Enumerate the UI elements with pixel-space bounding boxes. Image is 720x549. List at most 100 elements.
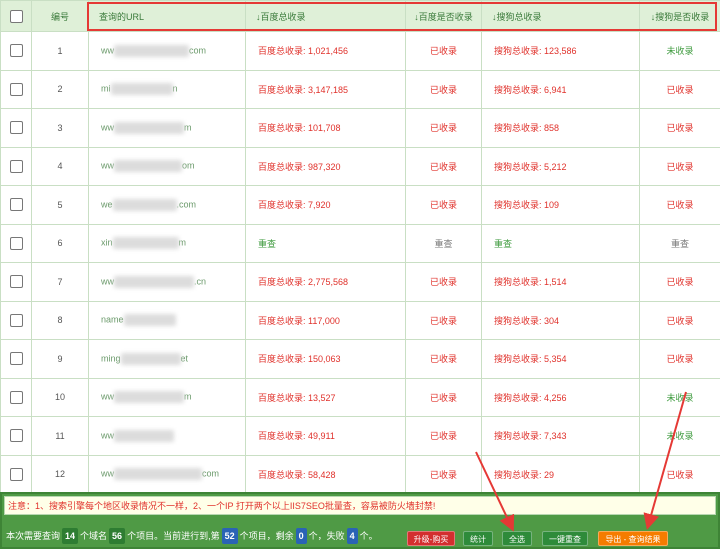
url-suffix: com [202, 468, 220, 479]
baidu-total: 百度总收录: 1,021,456 [245, 31, 406, 71]
sogou-status[interactable]: 重查 [639, 223, 720, 263]
row-checkbox[interactable] [9, 313, 23, 327]
table-row[interactable]: 5 we .com 百度总收录: 7,920 已收录 搜狗总收录: 109 已收录 [0, 185, 720, 225]
col-header-url[interactable]: 查询的URL [88, 0, 246, 32]
table-row[interactable]: 9 ming et 百度总收录: 150,063 已收录 搜狗总收录: 5,354 已收录 [0, 339, 720, 379]
row-checkbox[interactable] [9, 236, 23, 250]
row-checkbox-cell[interactable] [0, 300, 32, 340]
sogou-total: 搜狗总收录: 123,586 [481, 31, 640, 71]
sogou-status: 已收录 [639, 69, 720, 109]
table-row[interactable]: 6 xin m 重查 重查 重查 重查 [0, 223, 720, 263]
row-number: 4 [31, 146, 89, 186]
baidu-total: 百度总收录: 150,063 [245, 339, 406, 379]
baidu-status[interactable]: 重查 [405, 223, 482, 263]
row-checkbox-cell[interactable] [0, 31, 32, 71]
sogou-total: 搜狗总收录: 5,212 [481, 146, 640, 186]
select-all-checkbox[interactable] [9, 9, 23, 23]
item-count: 56 [109, 528, 126, 544]
select-all-button[interactable]: 全选 [502, 531, 532, 546]
redacted-url-blur [112, 237, 179, 250]
sogou-status: 未收录 [639, 416, 720, 456]
row-checkbox[interactable] [9, 159, 23, 173]
url-prefix: ww [101, 45, 114, 56]
baidu-total: 百度总收录: 7,920 [245, 185, 406, 225]
row-checkbox-cell[interactable] [0, 416, 32, 456]
row-checkbox-cell[interactable] [0, 108, 32, 148]
row-checkbox-cell[interactable] [0, 262, 32, 302]
sogou-total: 搜狗总收录: 1,514 [481, 262, 640, 302]
table-row[interactable]: 8 name 百度总收录: 117,000 已收录 搜狗总收录: 304 已收录 [0, 300, 720, 340]
row-checkbox[interactable] [9, 390, 23, 404]
table-row[interactable]: 11 ww 百度总收录: 49,911 已收录 搜狗总收录: 7,343 未收录 [0, 416, 720, 456]
sogou-total: 搜狗总收录: 4,256 [481, 377, 640, 417]
table-row[interactable]: 4 ww om 百度总收录: 987,320 已收录 搜狗总收录: 5,212 已收录 [0, 146, 720, 186]
row-url: mi n [88, 69, 246, 109]
table-row[interactable]: 12 ww com 百度总收录: 58,428 已收录 搜狗总收录: 29 已收录 [0, 454, 720, 492]
row-checkbox-cell[interactable] [0, 185, 32, 225]
row-url: name [88, 300, 246, 340]
row-checkbox[interactable] [9, 429, 23, 443]
row-checkbox-cell[interactable] [0, 339, 32, 379]
row-checkbox[interactable] [9, 44, 23, 58]
baidu-total: 百度总收录: 101,708 [245, 108, 406, 148]
stats-text-1: 本次需要查询 [6, 531, 61, 541]
baidu-status: 已收录 [405, 300, 482, 340]
baidu-total: 百度总收录: 2,775,568 [245, 262, 406, 302]
row-checkbox-cell[interactable] [0, 454, 32, 492]
table-row[interactable]: 10 ww m 百度总收录: 13,527 已收录 搜狗总收录: 4,256 未收录 [0, 377, 720, 417]
url-prefix: ww [101, 276, 114, 287]
row-number: 3 [31, 108, 89, 148]
url-suffix: n [172, 83, 178, 94]
row-checkbox-cell[interactable] [0, 223, 32, 263]
row-checkbox[interactable] [9, 275, 23, 289]
row-checkbox[interactable] [9, 352, 23, 366]
url-prefix: name [101, 314, 124, 325]
row-number: 1 [31, 31, 89, 71]
row-checkbox[interactable] [9, 82, 23, 96]
row-checkbox-cell[interactable] [0, 146, 32, 186]
stats-text-3: 个项目。当前进行到,第 [127, 531, 220, 541]
row-url: we .com [88, 185, 246, 225]
results-table-container: 编号 查询的URL ↓百度总收录 ↓百度是否收录 ↓搜狗总收录 ↓搜狗是否收录 … [0, 0, 720, 492]
table-row[interactable]: 7 ww .cn 百度总收录: 2,775,568 已收录 搜狗总收录: 1,514 已收录 [0, 262, 720, 302]
url-prefix: ww [101, 468, 114, 479]
url-suffix: m [184, 391, 192, 402]
table-row[interactable]: 2 mi n 百度总收录: 3,147,185 已收录 搜狗总收录: 6,941 已收录 [0, 69, 720, 109]
col-header-sogou-status[interactable]: ↓搜狗是否收录 [639, 0, 720, 32]
requery-all-button[interactable]: 一键重查 [542, 531, 588, 546]
redacted-url-blur [114, 275, 194, 288]
baidu-status: 已收录 [405, 146, 482, 186]
url-prefix: ww [101, 160, 114, 171]
baidu-total: 百度总收录: 49,911 [245, 416, 406, 456]
export-results-button[interactable]: 导出 - 查询结果 [598, 531, 668, 546]
col-header-num: 编号 [31, 0, 89, 32]
col-header-sogou-total[interactable]: ↓搜狗总收录 [481, 0, 640, 32]
baidu-total[interactable]: 重查 [245, 223, 406, 263]
col-header-baidu-total[interactable]: ↓百度总收录 [245, 0, 406, 32]
row-url: ww m [88, 108, 246, 148]
row-checkbox-cell[interactable] [0, 69, 32, 109]
sogou-status: 已收录 [639, 300, 720, 340]
row-checkbox[interactable] [9, 467, 23, 481]
table-row[interactable]: 1 ww com 百度总收录: 1,021,456 已收录 搜狗总收录: 123,586 未… [0, 31, 720, 71]
upgrade-buy-button[interactable]: 升级-购买 [407, 531, 455, 546]
sogou-total: 搜狗总收录: 109 [481, 185, 640, 225]
stats-button[interactable]: 统计 [463, 531, 493, 546]
redacted-url-blur [114, 391, 184, 404]
row-checkbox[interactable] [9, 121, 23, 135]
sogou-status: 已收录 [639, 185, 720, 225]
baidu-total: 百度总收录: 13,527 [245, 377, 406, 417]
col-header-baidu-status[interactable]: ↓百度是否收录 [405, 0, 482, 32]
table-row[interactable]: 3 ww m 百度总收录: 101,708 已收录 搜狗总收录: 858 已收录 [0, 108, 720, 148]
sogou-total: 搜狗总收录: 7,343 [481, 416, 640, 456]
baidu-status: 已收录 [405, 416, 482, 456]
redacted-url-blur [114, 468, 202, 481]
row-checkbox-cell[interactable] [0, 377, 32, 417]
select-all-checkbox-cell[interactable] [0, 0, 32, 32]
row-checkbox[interactable] [9, 198, 23, 212]
redacted-url-blur [114, 429, 174, 442]
results-table: 编号 查询的URL ↓百度总收录 ↓百度是否收录 ↓搜狗总收录 ↓搜狗是否收录 … [0, 0, 720, 492]
row-url: ming et [88, 339, 246, 379]
redacted-url-blur [123, 314, 176, 327]
sogou-total[interactable]: 重查 [481, 223, 640, 263]
